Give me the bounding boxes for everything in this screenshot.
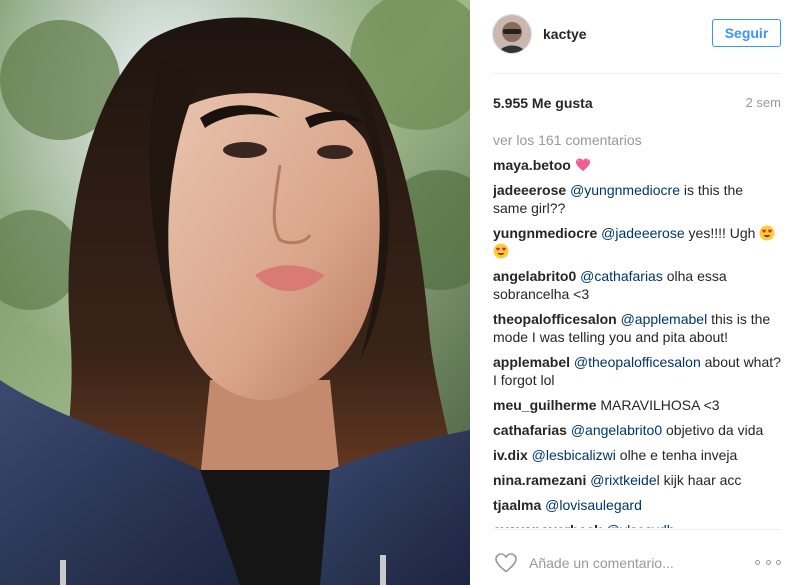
mention-link[interactable]: @ylsesydh	[606, 522, 675, 528]
comment-username[interactable]: iv.dix	[493, 447, 528, 463]
post-header: kactye Seguir	[492, 14, 781, 54]
comment-username[interactable]: cathafarias	[493, 422, 567, 438]
comment-text: olhe e tenha inveja	[615, 447, 738, 463]
mention-link[interactable]: @angelabrito0	[571, 422, 662, 438]
view-all-comments-link[interactable]: ver los 161 comentarios	[493, 131, 781, 149]
mention-link[interactable]: @cathafarias	[580, 268, 663, 284]
comment-bar	[494, 549, 781, 577]
comment-username[interactable]: nina.ramezani	[493, 472, 586, 488]
comment-text: MARAVILHOSA <3	[600, 397, 720, 413]
comment-text: objetivo da vida	[662, 422, 764, 438]
mention-link[interactable]: @jadeeerose	[601, 225, 685, 241]
comment-input[interactable]	[529, 555, 739, 571]
comment-username[interactable]: evavanoverbeek	[493, 522, 602, 528]
heart-eyes-emoji-icon	[759, 225, 775, 241]
comment-item: cathafarias @angelabrito0 objetivo da vi…	[493, 421, 781, 439]
comment-item: angelabrito0 @cathafarias olha essa sobr…	[493, 267, 781, 303]
likes-count[interactable]: 5.955 Me gusta	[493, 95, 593, 111]
comment-username[interactable]: applemabel	[493, 354, 570, 370]
post-details-panel: kactye Seguir 5.955 Me gusta 2 sem ver l…	[470, 0, 795, 585]
comment-item: yungnmediocre @jadeeerose yes!!!! Ugh	[493, 224, 781, 260]
mention-link[interactable]: @theopalofficesalon	[574, 354, 701, 370]
more-options-icon[interactable]	[755, 552, 781, 572]
mention-link[interactable]: @lovisaulegard	[545, 497, 642, 513]
comment-item: applemabel @theopalofficesalon about wha…	[493, 353, 781, 389]
heart-outline-icon[interactable]	[494, 551, 518, 575]
comment-item: iv.dix @lesbicalizwi olhe e tenha inveja	[493, 446, 781, 464]
comment-item: meu_guilherme MARAVILHOSA <3	[493, 396, 781, 414]
comment-item: evavanoverbeek @ylsesydh	[493, 521, 781, 528]
post-photo[interactable]	[0, 0, 470, 585]
avatar[interactable]	[492, 14, 532, 54]
comment-item: tjaalma @lovisaulegard	[493, 496, 781, 514]
comment-username[interactable]: meu_guilherme	[493, 397, 596, 413]
follow-button[interactable]: Seguir	[712, 19, 781, 47]
likes-row: 5.955 Me gusta 2 sem	[493, 95, 781, 111]
comment-username[interactable]: tjaalma	[493, 497, 541, 513]
comment-username[interactable]: jadeeerose	[493, 182, 566, 198]
mention-link[interactable]: @yungnmediocre	[570, 182, 680, 198]
sparkling-heart-icon	[575, 158, 590, 171]
comment-item: nina.ramezani @rixtkeidel kijk haar acc	[493, 471, 781, 489]
comment-item: maya.betoo	[493, 156, 781, 174]
comment-username[interactable]: theopalofficesalon	[493, 311, 617, 327]
comment-username[interactable]: maya.betoo	[493, 157, 571, 173]
comment-item: theopalofficesalon @applemabel this is t…	[493, 310, 781, 346]
mention-link[interactable]: @applemabel	[621, 311, 708, 327]
mention-link[interactable]: @rixtkeidel	[590, 472, 659, 488]
divider	[492, 529, 781, 530]
comment-username[interactable]: angelabrito0	[493, 268, 576, 284]
comment-item: jadeeerose @yungnmediocre is this the sa…	[493, 181, 781, 217]
post-time[interactable]: 2 sem	[746, 95, 781, 111]
comment-username[interactable]: yungnmediocre	[493, 225, 597, 241]
comments-list: ver los 161 comentarios maya.betoo jadee…	[493, 131, 781, 528]
comment-text: yes!!!! Ugh	[684, 225, 760, 241]
mention-link[interactable]: @lesbicalizwi	[532, 447, 616, 463]
post-view: kactye Seguir 5.955 Me gusta 2 sem ver l…	[0, 0, 795, 585]
portrait-image	[0, 0, 470, 585]
divider	[492, 73, 781, 74]
username[interactable]: kactye	[543, 26, 587, 42]
comment-text: kijk haar acc	[659, 472, 742, 488]
heart-eyes-emoji-icon	[493, 243, 509, 259]
